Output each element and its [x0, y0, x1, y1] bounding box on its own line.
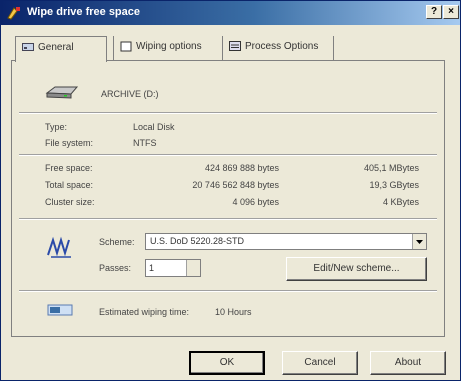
- type-label: Type:: [45, 122, 68, 132]
- chevron-down-icon[interactable]: [412, 234, 426, 249]
- disk-icon: [22, 43, 34, 52]
- total-space-bytes: 20 746 562 848 bytes: [192, 180, 279, 190]
- scheme-select-value: U.S. DoD 5220.28-STD: [150, 236, 245, 246]
- wipe-dialog-window: Wipe drive free space ? × General Wiping…: [0, 0, 461, 381]
- free-space-human: 405,1 MBytes: [363, 163, 419, 173]
- cluster-size-human: 4 KBytes: [382, 197, 419, 207]
- estimated-time-value: 10 Hours: [215, 307, 252, 317]
- divider: [19, 112, 437, 114]
- free-space-label: Free space:: [45, 163, 93, 173]
- tab-wiping-options[interactable]: Wiping options: [113, 36, 221, 60]
- tab-process-options-label: Process Options: [245, 41, 319, 52]
- passes-stepper[interactable]: 1: [145, 259, 201, 277]
- free-space-bytes: 424 869 888 bytes: [204, 163, 279, 173]
- filesystem-value: NTFS: [133, 138, 157, 148]
- tab-wiping-options-label: Wiping options: [136, 41, 202, 53]
- filesystem-label: File system:: [45, 138, 94, 148]
- scheme-select[interactable]: U.S. DoD 5220.28-STD: [145, 233, 427, 250]
- tab-process-options[interactable]: Process Options: [222, 36, 334, 60]
- process-icon: [229, 41, 241, 52]
- options-icon: [120, 41, 132, 52]
- about-button[interactable]: About: [370, 351, 446, 375]
- close-button[interactable]: ×: [443, 5, 459, 19]
- type-value: Local Disk: [133, 122, 175, 132]
- drive-icon: [45, 86, 79, 99]
- scheme-icon: [47, 236, 71, 258]
- cluster-size-bytes: 4 096 bytes: [232, 197, 279, 207]
- passes-label: Passes:: [99, 263, 132, 273]
- divider: [19, 218, 437, 220]
- clock-icon: [47, 304, 73, 316]
- window-title: Wipe drive free space: [27, 6, 141, 18]
- help-button[interactable]: ?: [426, 5, 442, 19]
- total-space-human: 19,3 GBytes: [369, 180, 419, 190]
- divider: [19, 290, 437, 292]
- scheme-label: Scheme:: [99, 237, 135, 247]
- passes-value: 1: [149, 263, 155, 273]
- cluster-size-label: Cluster size:: [45, 197, 95, 207]
- edit-new-scheme-button[interactable]: Edit/New scheme...: [286, 257, 427, 281]
- tab-general-label: General: [38, 42, 74, 53]
- total-space-label: Total space:: [45, 180, 94, 190]
- tab-general[interactable]: General: [15, 36, 107, 62]
- app-icon: [7, 7, 20, 20]
- ok-button[interactable]: OK: [189, 351, 265, 375]
- spin-down-icon[interactable]: [186, 268, 200, 276]
- estimated-time-label: Estimated wiping time:: [99, 307, 190, 317]
- title-bar[interactable]: Wipe drive free space ? ×: [1, 1, 460, 25]
- cancel-button[interactable]: Cancel: [282, 351, 358, 375]
- drive-label: ARCHIVE (D:): [101, 89, 159, 99]
- divider: [19, 154, 437, 156]
- spin-up-icon[interactable]: [186, 260, 200, 268]
